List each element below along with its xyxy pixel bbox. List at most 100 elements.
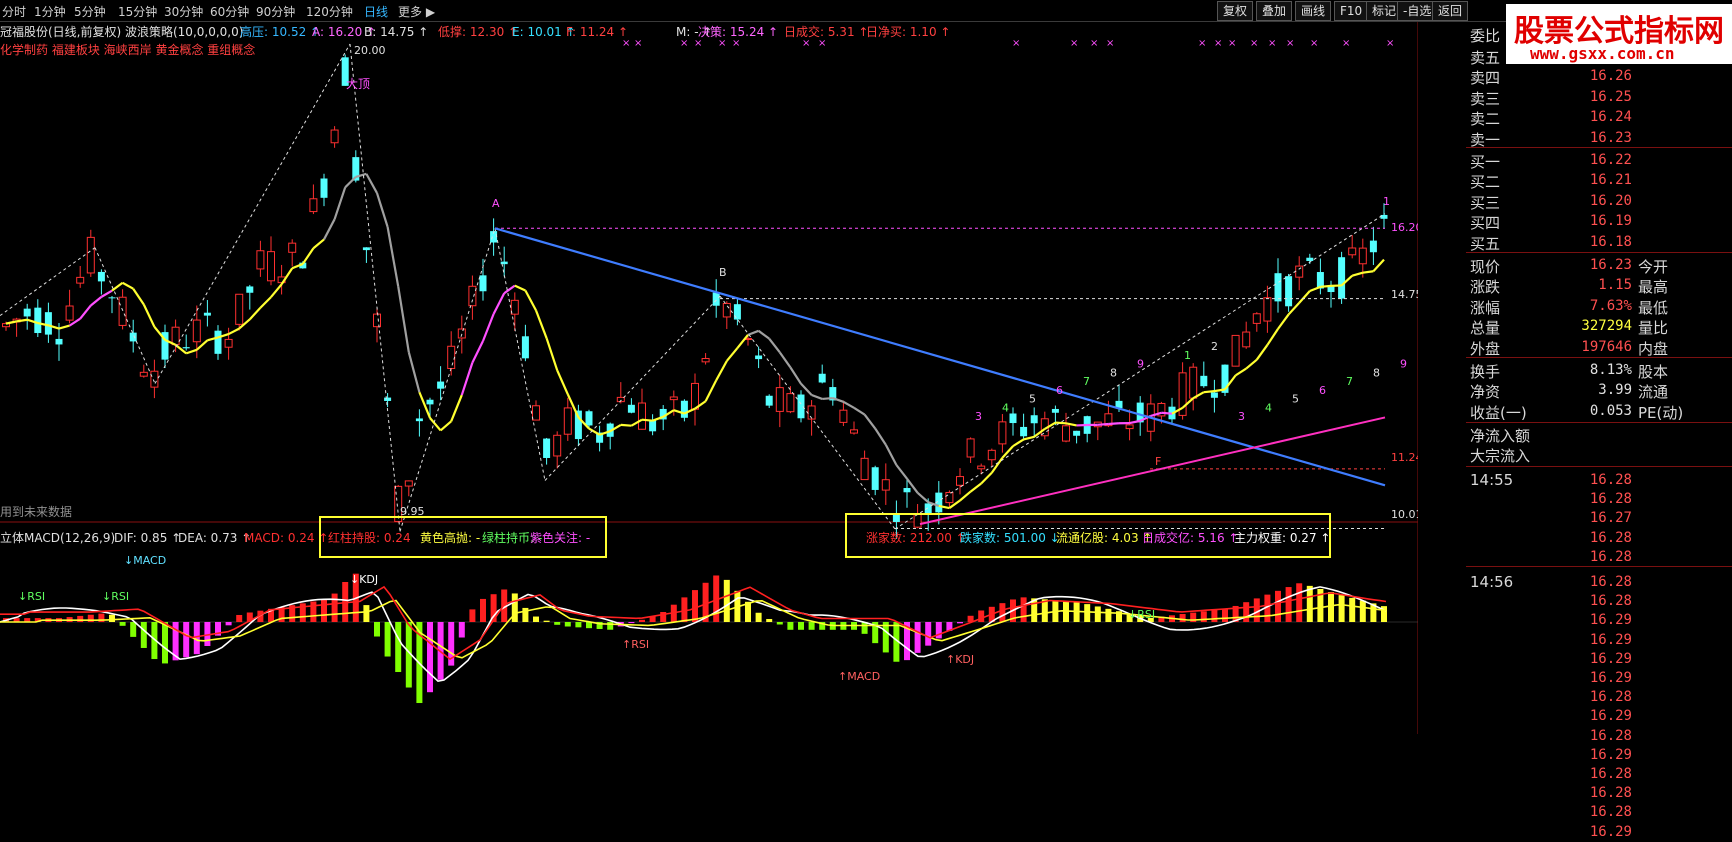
timeframe-0[interactable]: 分时: [2, 3, 26, 20]
macd-bar: [1021, 597, 1027, 622]
ma-line: [462, 363, 473, 395]
ma-line: [589, 429, 600, 435]
macd-bar: [1201, 611, 1207, 622]
macd-bar: [1339, 595, 1345, 622]
ma-line: [1108, 423, 1119, 424]
macd-bar: [427, 622, 433, 692]
ma-line: [1204, 391, 1215, 392]
macd-bar: [1243, 602, 1249, 622]
candle-body-down: [713, 293, 720, 306]
toolbar-button-0[interactable]: 复权: [1217, 1, 1253, 21]
kline-chart[interactable]: 20.0019.0018.0017.0016.0015.0014.0013.00…: [0, 22, 1418, 734]
candle-body-up: [564, 408, 571, 434]
ma-line: [133, 289, 144, 305]
candle-body-up: [639, 403, 646, 429]
tick-row: 16.29: [1466, 649, 1732, 669]
tick-row: 16.28: [1466, 687, 1732, 707]
timeframe-3[interactable]: 15分钟: [118, 3, 157, 20]
ma-line: [515, 286, 526, 291]
quote-value: 16.28: [1590, 766, 1632, 782]
macd-bar: [1180, 614, 1186, 622]
ma-line: [971, 484, 982, 492]
timeframe-7[interactable]: 120分钟: [306, 3, 353, 20]
quote-label: 净流入额: [1470, 425, 1530, 446]
macd-bar: [925, 622, 931, 646]
timeframe-8[interactable]: 日线: [364, 3, 388, 20]
macd-bar: [1360, 601, 1366, 622]
ma-line: [769, 339, 780, 353]
macd-bar: [332, 594, 338, 622]
flow-row: 净流入额: [1466, 424, 1732, 444]
wave-number: 9: [1137, 358, 1144, 371]
quote-label-2: 股本: [1638, 361, 1668, 382]
ma-line: [186, 350, 197, 354]
candle-body-up: [405, 481, 412, 486]
timeframe-6[interactable]: 90分钟: [256, 3, 295, 20]
stat-row: 现价16.23今开: [1466, 255, 1732, 275]
ma-line: [80, 305, 91, 318]
quote-divider: [1466, 566, 1732, 567]
indicator-value: 日净买: 1.10 ↑: [866, 25, 950, 39]
macd-signal-marker: ↓MACD: [124, 554, 166, 567]
timeframe-1[interactable]: 1分钟: [34, 3, 66, 20]
ma-line: [790, 367, 801, 383]
trend-support-line: [920, 417, 1385, 524]
macd-bar: [1307, 586, 1313, 622]
buy-level-row: 买三16.20: [1466, 191, 1732, 211]
candle-body-down: [1285, 276, 1292, 306]
candle-body-up: [289, 243, 296, 252]
quote-value: 7.63%: [1590, 298, 1632, 314]
x-marker: ×: [732, 38, 740, 49]
timeframe-9[interactable]: 更多 ▶: [398, 3, 435, 20]
top-toolbar: 分时 1分钟 5分钟 15分钟 30分钟 60分钟 90分钟 120分钟日线更多 ▶ 复权叠加画…: [0, 0, 1732, 22]
macd-bar: [459, 622, 465, 638]
ma-line: [896, 465, 907, 479]
toolbar-button-1[interactable]: 叠加: [1256, 1, 1292, 21]
ma-line: [335, 187, 346, 219]
candle-body-down: [586, 411, 593, 425]
timeframe-5[interactable]: 60分钟: [210, 3, 249, 20]
candle-body-up: [978, 466, 985, 469]
quote-label: 委比: [1470, 25, 1500, 46]
ma-line: [1013, 439, 1024, 446]
ma-line: [865, 415, 876, 429]
quote-value: 16.28: [1590, 785, 1632, 801]
ma-line: [960, 492, 971, 501]
sell-level-row: 卖一16.23: [1466, 128, 1732, 148]
signal-label: 紫色关注: -: [530, 530, 590, 545]
toolbar-button-2[interactable]: 画线: [1295, 1, 1331, 21]
x-marker: ×: [718, 38, 726, 49]
quote-divider: [1466, 147, 1732, 148]
timeframe-4[interactable]: 30分钟: [164, 3, 203, 20]
quote-label-2: 最低: [1638, 297, 1668, 318]
x-marker: ×: [622, 38, 630, 49]
macd-bar: [77, 616, 83, 622]
x-marker: ×: [1214, 38, 1222, 49]
wave-number: 3: [1238, 410, 1245, 423]
ma-line: [822, 398, 833, 399]
candle-body-down: [872, 467, 879, 490]
quote-divider: [1466, 252, 1732, 253]
quote-value: 16.28: [1590, 593, 1632, 609]
candle-body-up: [776, 388, 783, 412]
quote-value: 0.053: [1590, 403, 1632, 419]
toolbar-button-6[interactable]: 返回: [1432, 1, 1468, 21]
quote-divider: [1466, 357, 1732, 358]
candle-body-down: [628, 405, 635, 413]
candle-body-up: [1296, 266, 1303, 277]
x-marker: ×: [1310, 38, 1318, 49]
toolbar-button-3[interactable]: F10: [1334, 1, 1368, 21]
candle-body-down: [427, 400, 434, 405]
ma-line: [271, 284, 282, 297]
top-label: 大顶: [346, 77, 370, 91]
quote-label-2: 今开: [1638, 256, 1668, 277]
wave-number: 3: [975, 410, 982, 423]
sell-level-row: 卖二16.24: [1466, 107, 1732, 127]
sell-level-row: 卖三16.25: [1466, 87, 1732, 107]
tick-row: 16.28: [1466, 802, 1732, 822]
ma-line: [1055, 423, 1066, 424]
wave-line: [400, 228, 495, 531]
timeframe-2[interactable]: 5分钟: [74, 3, 106, 20]
wave-number: 4: [1265, 401, 1272, 414]
macd-bar: [787, 622, 793, 630]
